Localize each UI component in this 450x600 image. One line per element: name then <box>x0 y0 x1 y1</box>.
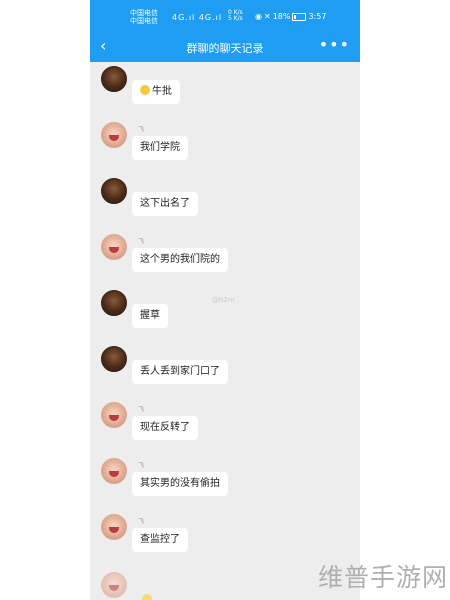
network-speed: 0 K/s 5 K/s <box>228 10 243 22</box>
status-bar: 中国电信 中国电信 4G.ıl 4G.ıl 0 K/s 5 K/s ◉ ✕ 18… <box>90 0 360 32</box>
avatar[interactable] <box>101 234 127 260</box>
message-text: 这下出名了 <box>140 198 190 209</box>
avatar[interactable] <box>101 572 127 598</box>
avatar[interactable] <box>101 290 127 316</box>
message-text: 握草 <box>140 310 160 321</box>
message-text: 现在反转了 <box>140 422 190 433</box>
message-bubble[interactable]: 牛批 <box>132 80 180 104</box>
message-text: 我们学院 <box>140 142 180 153</box>
inner-watermark: @h2m <box>212 296 235 304</box>
avatar[interactable] <box>101 514 127 540</box>
net-speed-2: 5 K/s <box>228 15 243 22</box>
smile-emoji-icon <box>140 85 150 95</box>
message-text: 查监控了 <box>140 534 180 545</box>
battery-icon <box>292 12 307 21</box>
phone-screen: 中国电信 中国电信 4G.ıl 4G.ıl 0 K/s 5 K/s ◉ ✕ 18… <box>90 0 360 600</box>
message-bubble[interactable]: 查监控了 <box>132 528 188 552</box>
message-bubble[interactable]: 丢人丢到家门口了 <box>132 360 228 384</box>
site-watermark: 维普手游网 <box>317 563 448 592</box>
message-bubble[interactable]: 现在反转了 <box>132 416 198 440</box>
avatar[interactable] <box>101 122 127 148</box>
signal-icon: 4G.ıl 4G.ıl <box>172 13 223 22</box>
message-bubble[interactable]: 这个男的我们院的 <box>132 248 228 272</box>
sender-nickname: 飞 <box>138 406 145 413</box>
message-text: 丢人丢到家门口了 <box>140 366 220 377</box>
avatar[interactable] <box>101 458 127 484</box>
avatar[interactable] <box>101 402 127 428</box>
sender-nickname: 飞 <box>138 126 145 133</box>
message-text: 牛批 <box>152 86 172 97</box>
carrier-2: 中国电信 <box>130 17 158 25</box>
avatar[interactable] <box>101 178 127 204</box>
carrier-1: 中国电信 <box>130 9 158 17</box>
status-right: ◉ ✕ 18% 3:57 <box>255 12 326 21</box>
carrier-labels: 中国电信 中国电信 <box>130 9 158 25</box>
message-text: 这个男的我们院的 <box>140 254 220 265</box>
nav-bar: ‹ 群聊的聊天记录 ••• <box>90 32 360 62</box>
emoji-icon <box>142 594 152 600</box>
message-text: 其实男的没有偷拍 <box>140 478 220 489</box>
sender-nickname: 飞 <box>138 238 145 245</box>
sender-nickname: 飞 <box>138 518 145 525</box>
more-options-icon[interactable]: ••• <box>319 35 350 54</box>
message-bubble[interactable]: 握草 <box>132 304 168 328</box>
battery-percent: 18% <box>272 12 291 21</box>
message-bubble[interactable]: 其实男的没有偷拍 <box>132 472 228 496</box>
message-bubble[interactable]: 我们学院 <box>132 136 188 160</box>
clock: 3:57 <box>308 12 327 21</box>
avatar[interactable] <box>101 346 127 372</box>
avatar[interactable] <box>101 66 127 92</box>
sender-nickname: 飞 <box>138 462 145 469</box>
message-bubble[interactable]: 这下出名了 <box>132 192 198 216</box>
no-disturb-icon: ✕ <box>263 12 271 21</box>
eye-icon: ◉ <box>255 12 262 21</box>
